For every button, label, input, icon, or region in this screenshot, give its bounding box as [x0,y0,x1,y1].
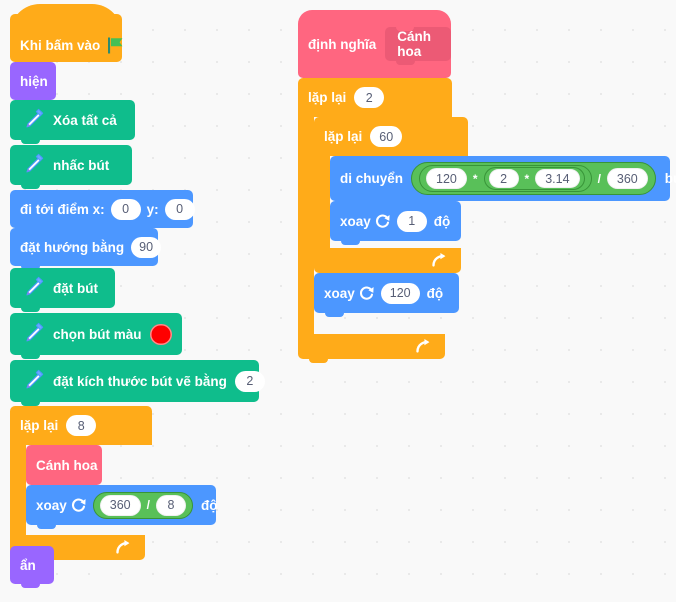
block-pen-up[interactable]: nhấc bút [10,145,132,189]
repeat-2-arm [298,117,314,334]
pen-icon [20,321,46,347]
goto-y-input[interactable]: 0 [164,198,195,220]
loop-arrow-icon [115,540,132,555]
turn-right-unit: độ [200,497,218,513]
loop-arrow-icon [431,253,448,268]
block-call-canh-hoa[interactable]: Cánh hoa [26,445,102,489]
repeat-2-input[interactable]: 2 [354,87,385,108]
repeat-60-label: lặp lại [324,129,363,144]
call-canh-hoa-label: Cánh hoa [36,457,98,473]
repeat-8-header[interactable]: lặp lại 8 [10,406,152,445]
block-set-pen-color[interactable]: chọn bút màu [10,313,182,359]
operator-360-input[interactable]: 360 [606,168,648,189]
turn-1-unit: độ [433,213,451,229]
repeat-60-input[interactable]: 60 [370,126,403,147]
turn-1-input[interactable]: 1 [396,210,427,232]
pen-icon [20,275,46,301]
turn-clockwise-icon [374,213,391,230]
operator-divide-outer[interactable]: 120 * 2 * 3.14 / 360 [411,162,656,195]
operator-left-input[interactable]: 360 [99,494,141,516]
pen-color-swatch[interactable] [149,323,172,345]
repeat-60-footer [314,248,461,277]
turn-clockwise-icon [358,285,375,302]
operator-right-input[interactable]: 8 [155,494,186,516]
turn-right-label: xoay [36,497,67,513]
repeat-2-label: lặp lại [308,90,347,105]
repeat-60-arm [314,156,330,248]
block-goto-xy[interactable]: đi tới điểm x: 0 y: 0 [10,190,195,232]
block-turn-right-360-div-8[interactable]: xoay 360 / 8 độ [26,485,218,529]
set-pen-size-input[interactable]: 2 [234,370,265,392]
define-label: định nghĩa [308,36,377,52]
block-move-steps[interactable]: di chuyển 120 * 2 * 3.14 / 360 bước [330,156,676,205]
turn-clockwise-icon [70,497,87,514]
goto-y-label: y: [146,201,159,217]
move-steps-label: di chuyển [340,171,404,186]
goto-x-label: đi tới điểm x: [20,201,105,217]
pen-up-label: nhấc bút [53,157,110,173]
turn-120-label: xoay [324,285,355,301]
operator-120-input[interactable]: 120 [426,168,467,189]
move-steps-unit: bước [664,171,676,186]
operator-314-input[interactable]: 3.14 [535,169,580,188]
block-set-pen-size[interactable]: đặt kích thước bút vẽ bằng 2 [10,360,265,406]
operator-2-input[interactable]: 2 [488,169,519,188]
operator-multiply-symbol-1: * [472,171,478,186]
pen-icon [20,368,46,394]
block-define-canh-hoa[interactable]: định nghĩa Cánh hoa [298,10,451,82]
operator-symbol: / [146,498,150,512]
repeat-2-footer [298,334,445,363]
pen-icon [20,152,46,178]
set-pen-size-label: đặt kích thước bút vẽ bằng [53,373,227,389]
block-workspace[interactable]: Khi bấm vào hiện Xóa tất cả nhấc bút đi … [0,0,676,602]
repeat-8-label: lặp lại [20,418,59,433]
show-label: hiện [20,73,48,89]
repeat-2-header[interactable]: lặp lại 2 [298,78,452,117]
repeat-8-arm [10,445,26,535]
operator-divide-symbol: / [597,171,601,186]
block-when-flag-clicked[interactable]: Khi bấm vào [10,4,125,66]
block-point-in-direction[interactable]: đặt hướng bằng 90 [10,228,162,270]
point-direction-input[interactable]: 90 [131,236,162,258]
repeat-60-header[interactable]: lặp lại 60 [314,117,468,156]
operator-multiply-outer[interactable]: 120 * 2 * 3.14 [419,165,592,192]
pen-icon [20,107,46,133]
loop-arrow-icon [415,339,432,354]
block-erase-all[interactable]: Xóa tất cả [10,100,135,144]
operator-multiply-symbol-2: * [524,171,530,186]
block-turn-right-120[interactable]: xoay 120 độ [314,273,459,317]
block-show[interactable]: hiện [10,62,56,104]
custom-block-prototype[interactable]: Cánh hoa [385,27,451,65]
block-hide[interactable]: ẩn [10,546,54,588]
repeat-8-input[interactable]: 8 [66,415,97,436]
block-pen-down[interactable]: đặt bút [10,268,115,312]
turn-120-unit: độ [426,285,444,301]
erase-all-label: Xóa tất cả [53,112,117,128]
custom-block-prototype-label: Cánh hoa [397,29,431,59]
green-flag-icon [107,37,125,54]
goto-x-input[interactable]: 0 [110,198,141,220]
pen-down-label: đặt bút [53,280,98,296]
block-turn-right-1[interactable]: xoay 1 độ [330,201,461,245]
hide-label: ẩn [20,557,36,573]
turn-1-label: xoay [340,213,371,229]
operator-multiply-inner[interactable]: 2 * 3.14 [483,167,585,190]
set-pen-color-label: chọn bút màu [53,326,142,342]
operator-divide-360-8[interactable]: 360 / 8 [92,491,193,519]
turn-120-input[interactable]: 120 [380,282,420,304]
point-direction-label: đặt hướng bằng [20,239,125,255]
when-flag-label: Khi bấm vào [20,37,101,53]
